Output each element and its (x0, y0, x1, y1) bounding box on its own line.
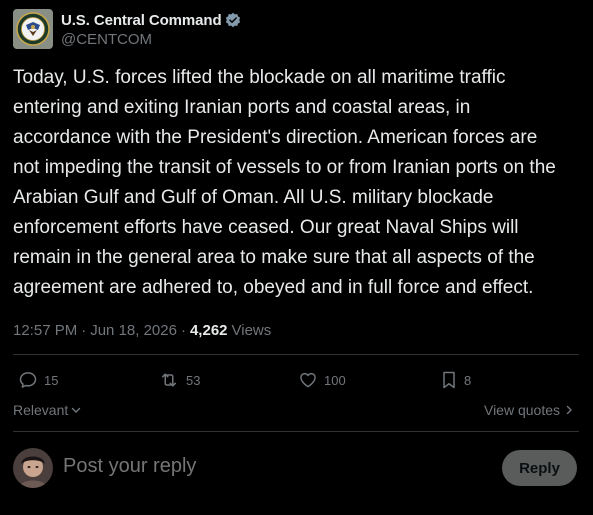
heart-icon (300, 372, 316, 388)
author-names: U.S. Central Command @CENTCOM (61, 10, 241, 48)
reply-action[interactable]: 15 (18, 366, 58, 394)
post-time[interactable]: 12:57 PM (13, 322, 77, 339)
post-detail: U.S. Central Command @CENTCOM Today, U.S… (0, 0, 593, 515)
views-label: Views (231, 321, 272, 339)
post-meta: 12:57 PM · Jun 18, 2026 · 4,262 Views (13, 320, 271, 340)
display-name-row: U.S. Central Command (61, 10, 241, 30)
reply-count: 15 (44, 372, 59, 388)
post-header: U.S. Central Command @CENTCOM (13, 9, 241, 49)
author-handle[interactable]: @CENTCOM (61, 31, 241, 48)
like-count: 100 (324, 372, 346, 388)
view-quotes-label: View quotes (483, 402, 560, 418)
reply-sort-bar: Relevant View quotes (13, 400, 579, 422)
reply-input[interactable] (63, 455, 443, 478)
like-action[interactable]: 100 (298, 366, 346, 394)
bookmark-action[interactable]: 8 (440, 366, 471, 394)
centcom-seal-icon (16, 12, 50, 46)
meta-separator: · (81, 321, 87, 339)
divider-bottom (13, 431, 579, 432)
views-count[interactable]: 4,262 (190, 322, 228, 339)
divider-top (13, 354, 579, 355)
verified-badge-icon[interactable] (225, 12, 241, 28)
sort-relevant-dropdown[interactable]: Relevant (13, 402, 82, 418)
repost-action[interactable]: 53 (158, 366, 200, 394)
user-avatar[interactable] (13, 448, 53, 488)
chevron-down-icon (72, 407, 81, 413)
reply-composer: Reply (13, 448, 579, 490)
sort-relevant-label: Relevant (13, 402, 69, 418)
bookmark-icon (443, 371, 455, 389)
reply-icon (19, 372, 37, 388)
repost-icon (162, 373, 176, 387)
action-bar: 15 53 100 8 (13, 366, 579, 394)
author-display-name[interactable]: U.S. Central Command (61, 12, 222, 29)
author-avatar[interactable] (13, 9, 53, 49)
view-quotes-link[interactable]: View quotes (484, 402, 575, 418)
bookmark-count: 8 (464, 372, 472, 388)
repost-count: 53 (186, 372, 201, 388)
chevron-right-icon (566, 405, 572, 415)
reply-button[interactable]: Reply (502, 450, 577, 486)
post-date[interactable]: Jun 18, 2026 (90, 322, 177, 339)
post-text: Today, U.S. forces lifted the blockade o… (13, 67, 556, 298)
meta-separator: · (180, 321, 186, 339)
